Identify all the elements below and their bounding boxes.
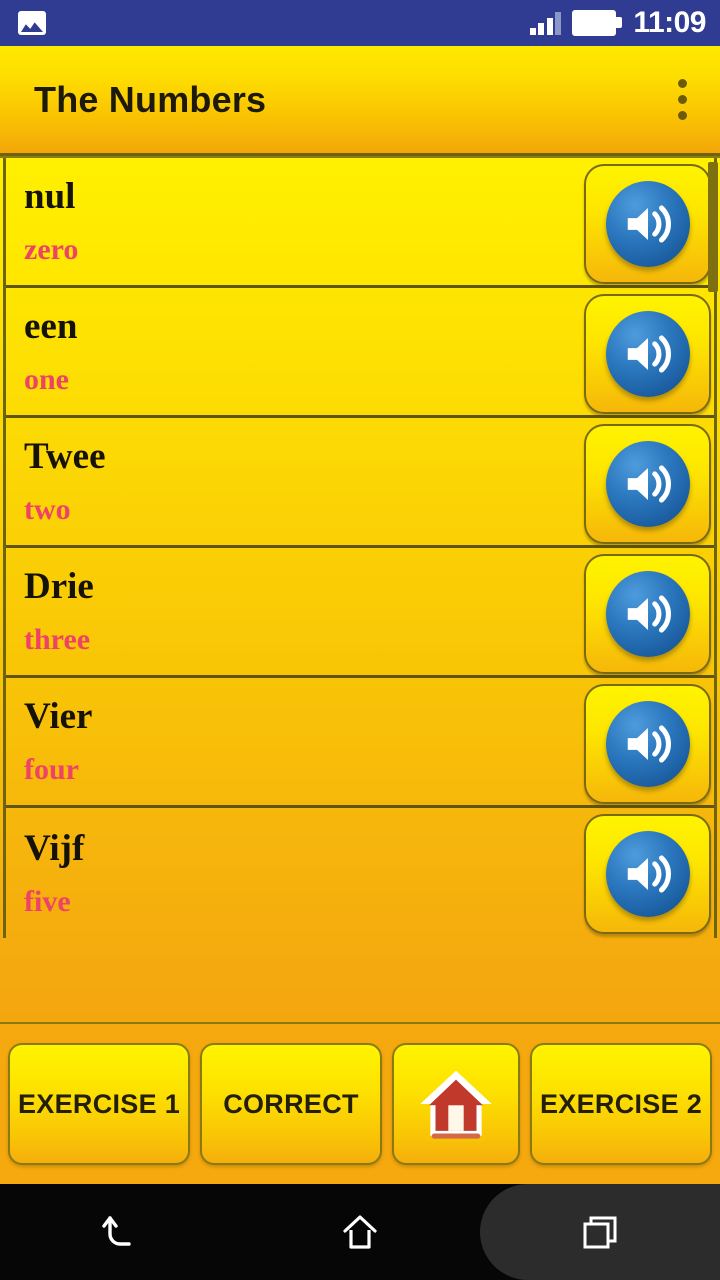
battery-full-icon (572, 10, 623, 36)
status-bar-left (18, 11, 46, 35)
numbers-list-container[interactable]: nul zero een one Twee two Drie three Vier four Vij… (0, 156, 720, 1024)
phone-screen: 11:09 The Numbers nul zero een one Twee two Dr… (0, 0, 720, 1280)
back-arrow-icon (102, 1216, 131, 1246)
nav-recents-button[interactable] (480, 1184, 720, 1280)
picture-icon (18, 11, 46, 35)
speaker-volume-icon (605, 831, 690, 917)
number-word: Vijf (24, 827, 85, 869)
number-word: Vier (24, 696, 93, 737)
nav-home-button[interactable] (240, 1184, 480, 1280)
signal-bars-icon (529, 11, 562, 35)
speak-button[interactable] (584, 554, 711, 674)
button-label: EXERCISE 2 (539, 1088, 703, 1119)
scrollbar-thumb[interactable] (708, 162, 718, 292)
speak-button[interactable] (584, 294, 711, 414)
exercise-2-button[interactable]: EXERCISE 2 (530, 1043, 712, 1165)
number-word: een (24, 306, 78, 347)
overflow-dot (677, 95, 687, 104)
status-bar-right: 11:09 (529, 6, 706, 40)
status-clock: 11:09 (633, 6, 706, 39)
speaker-volume-icon (605, 571, 690, 657)
speaker-volume-icon (605, 311, 690, 397)
list-item[interactable]: Vier four (6, 678, 714, 808)
action-button-bar: EXERCISE 1 CORRECT EXERCISE 2 (0, 1024, 720, 1184)
number-word: Twee (24, 436, 106, 477)
number-word: Drie (24, 566, 94, 607)
exercise-1-button[interactable]: EXERCISE 1 (8, 1043, 190, 1165)
list-item-text: nul zero (24, 178, 78, 265)
number-translation: two (24, 493, 71, 526)
numbers-list: nul zero een one Twee two Drie three Vier four Vij… (3, 158, 717, 938)
speaker-volume-icon (605, 701, 690, 787)
overflow-menu-icon[interactable] (662, 70, 702, 130)
list-item-text: Vijf five (24, 830, 84, 917)
home-outline-icon (343, 1215, 377, 1249)
number-translation: zero (24, 233, 79, 266)
number-translation: three (24, 623, 91, 656)
list-item[interactable]: nul zero (6, 158, 714, 288)
list-item-text: Twee two (24, 438, 106, 525)
status-bar: 11:09 (0, 0, 720, 46)
page-title: The Numbers (34, 78, 267, 120)
overflow-dot (677, 111, 687, 120)
speak-button[interactable] (584, 684, 711, 804)
number-translation: one (24, 363, 69, 396)
number-translation: four (24, 753, 79, 786)
list-item-text: Drie three (24, 568, 94, 655)
number-translation: five (24, 884, 71, 918)
list-item[interactable]: Twee two (6, 418, 714, 548)
speaker-volume-icon (605, 441, 690, 527)
list-item-text: Vier four (24, 698, 92, 785)
button-label: CORRECT (223, 1088, 359, 1119)
speak-button[interactable] (584, 164, 711, 284)
house-icon (413, 1063, 499, 1145)
recents-squares-icon (583, 1216, 617, 1249)
list-item[interactable]: een one (6, 288, 714, 418)
list-item[interactable]: Vijf five (6, 808, 714, 938)
nav-back-button[interactable] (0, 1184, 240, 1280)
correct-button[interactable]: CORRECT (200, 1043, 382, 1165)
overflow-dot (677, 79, 687, 88)
app-bar: The Numbers (0, 46, 720, 156)
speak-button[interactable] (584, 424, 711, 544)
home-button[interactable] (392, 1043, 520, 1165)
number-word: nul (24, 176, 76, 217)
list-item-text: een one (24, 308, 77, 395)
button-label: EXERCISE 1 (17, 1088, 181, 1119)
speak-button[interactable] (584, 814, 711, 934)
system-navigation-bar (0, 1184, 720, 1280)
speaker-volume-icon (605, 181, 690, 267)
list-item[interactable]: Drie three (6, 548, 714, 678)
